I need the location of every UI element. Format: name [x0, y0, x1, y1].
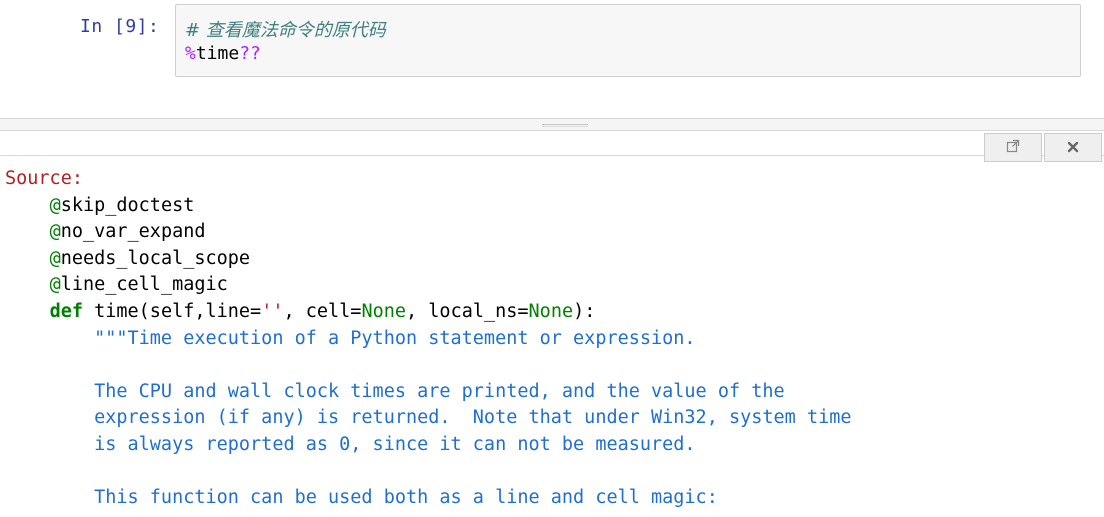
- source-label: Source:: [5, 168, 83, 189]
- decorator-at: @: [49, 194, 61, 216]
- decorator-at: @: [49, 221, 61, 243]
- close-icon: [1067, 139, 1079, 157]
- pager-expand-button[interactable]: [984, 133, 1042, 162]
- code-input[interactable]: # 查看魔法命令的原代码 %time??: [175, 4, 1081, 77]
- code-comment: # 查看魔法命令的原代码: [185, 20, 386, 41]
- docstring-line: The CPU and wall clock times are printed…: [94, 380, 785, 402]
- grip-line-2: [542, 126, 588, 127]
- notebook-cell[interactable]: In [9]: # 查看魔法命令的原代码 %time??: [0, 0, 1104, 118]
- decorator-at: @: [49, 247, 61, 269]
- magic-percent: %: [185, 43, 196, 64]
- def-keyword: def: [49, 300, 83, 322]
- pager-close-button[interactable]: [1044, 133, 1102, 162]
- decorator-name: no_var_expand: [60, 221, 206, 243]
- default-string: '': [261, 300, 284, 322]
- docstring-line: expression (if any) is returned. Note th…: [94, 407, 852, 429]
- magic-suffix: ??: [239, 43, 261, 64]
- pager-content: Source: @skip_doctest @no_var_expand @ne…: [5, 166, 1100, 512]
- input-prompt: In [9]:: [80, 16, 160, 37]
- none-constant: None: [528, 300, 574, 322]
- pager-resize-handle[interactable]: [0, 118, 1104, 131]
- decorator-name: line_cell_magic: [60, 274, 228, 296]
- decorator-name: needs_local_scope: [60, 247, 251, 269]
- magic-name: time: [195, 43, 240, 64]
- signature-part: , cell=: [283, 300, 362, 322]
- docstring-line: is always reported as 0, since it can no…: [94, 433, 696, 455]
- docstring-line: This function can be used both as a line…: [94, 487, 718, 509]
- signature-part: , local_ns=: [406, 300, 529, 322]
- decorator-at: @: [49, 274, 61, 296]
- decorator-name: skip_doctest: [60, 194, 195, 216]
- magic-command: %time??: [185, 43, 261, 64]
- func-signature: time(self,line=: [82, 300, 262, 322]
- signature-end: ):: [573, 300, 596, 322]
- docstring-line: """Time execution of a Python statement …: [94, 327, 696, 349]
- grip-line: [542, 124, 588, 125]
- expand-icon: [1006, 139, 1020, 157]
- pager-toolbar: [0, 131, 1104, 156]
- none-constant: None: [361, 300, 407, 322]
